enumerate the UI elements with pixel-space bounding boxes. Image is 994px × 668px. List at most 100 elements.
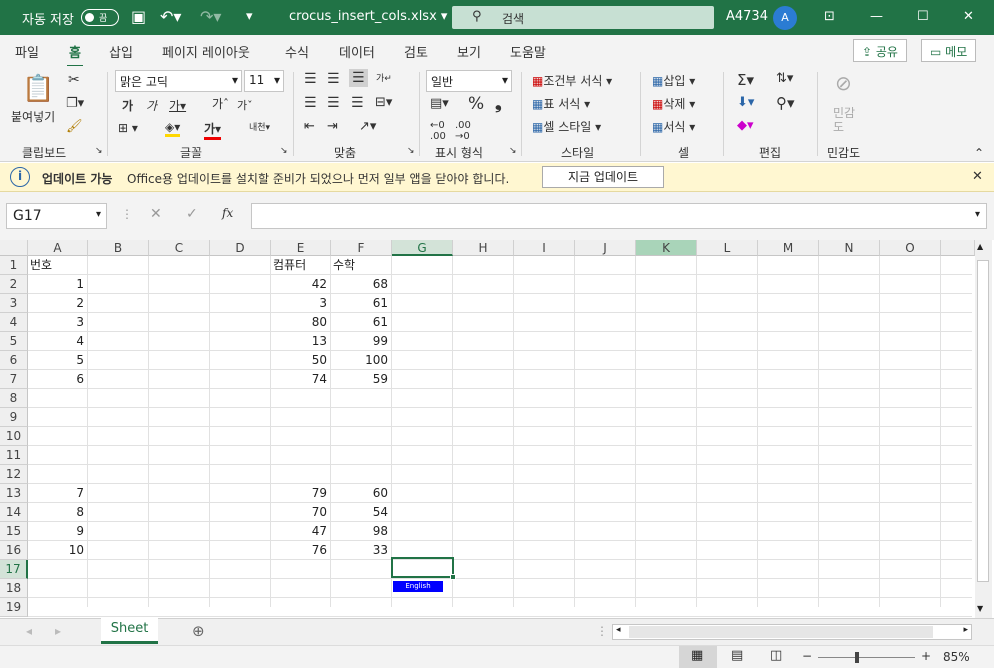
cell-a1[interactable]: 번호 <box>30 256 89 275</box>
increase-indent-icon[interactable]: ⇥ <box>327 119 338 134</box>
sensitivity-icon[interactable]: ⊘ <box>835 71 852 95</box>
number-format-select[interactable]: 일반 ▾ <box>426 70 512 92</box>
italic-icon[interactable]: 가 <box>146 97 157 114</box>
row-header-1[interactable]: 1 <box>0 256 28 275</box>
tab-review[interactable]: 검토 <box>404 42 428 61</box>
row-header-16[interactable]: 16 <box>0 541 28 560</box>
cell-f16[interactable]: 33 <box>331 541 391 560</box>
cell-f6[interactable]: 100 <box>331 351 391 370</box>
collapse-ribbon-icon[interactable]: ⌃ <box>974 146 984 160</box>
row-header-2[interactable]: 2 <box>0 275 28 294</box>
row-header-17[interactable]: 17 <box>0 560 28 579</box>
tab-formulas[interactable]: 수식 <box>285 42 309 61</box>
column-header-a[interactable]: A <box>28 240 88 256</box>
horizontal-scrollbar[interactable]: ◂ ▸ <box>612 624 972 640</box>
align-center-icon[interactable]: ☰ <box>327 95 340 111</box>
border-icon[interactable]: ⊞ ▾ <box>118 121 138 135</box>
undo-icon[interactable]: ↶▾ <box>160 7 181 26</box>
cell-f5[interactable]: 99 <box>331 332 391 351</box>
column-header-k[interactable]: K <box>636 240 697 256</box>
avatar[interactable]: A <box>773 6 797 30</box>
column-header-partial[interactable] <box>941 240 975 256</box>
vertical-scrollbar[interactable]: ▲ ▼ <box>975 240 992 618</box>
find-icon[interactable]: ⚲▾ <box>776 94 795 112</box>
fill-color-icon[interactable]: ◈▾ <box>165 120 181 137</box>
font-grow-icon[interactable]: 가ˆ <box>212 95 229 112</box>
normal-view-icon[interactable]: ▦ <box>679 646 717 668</box>
cell-e1[interactable]: 컴퓨터 <box>273 256 332 275</box>
column-header-d[interactable]: D <box>210 240 271 256</box>
row-header-5[interactable]: 5 <box>0 332 28 351</box>
increase-decimal-icon[interactable]: ←0.00 <box>430 120 446 142</box>
cell-a3[interactable]: 2 <box>28 294 87 313</box>
tab-insert[interactable]: 삽입 <box>109 42 133 61</box>
number-launcher-icon[interactable]: ↘ <box>509 146 517 156</box>
row-header-13[interactable]: 13 <box>0 484 28 503</box>
comma-icon[interactable]: ❟ <box>495 94 502 114</box>
font-name-select[interactable]: 맑은 고딕 ▾ <box>115 70 242 92</box>
cell-styles-button[interactable]: ▦셀 스타일 ▾ <box>532 118 601 135</box>
sensitivity-button[interactable]: 민감도 <box>833 106 857 134</box>
phonetic-icon[interactable]: 내천▾ <box>249 120 270 133</box>
row-header-11[interactable]: 11 <box>0 446 28 465</box>
paste-icon[interactable]: 📋 <box>22 74 54 104</box>
column-header-m[interactable]: M <box>758 240 819 256</box>
cell-a16[interactable]: 10 <box>28 541 87 560</box>
save-icon[interactable]: ▣ <box>131 7 146 26</box>
cell-e4[interactable]: 80 <box>271 313 330 332</box>
bold-icon[interactable]: 가 <box>122 97 133 114</box>
row-header-8[interactable]: 8 <box>0 389 28 408</box>
tab-home[interactable]: 홈 <box>67 42 83 68</box>
insert-function-icon[interactable]: fx <box>222 206 233 220</box>
cell-e3[interactable]: 3 <box>271 294 330 313</box>
zoom-slider[interactable] <box>818 657 915 658</box>
cell-e16[interactable]: 76 <box>271 541 330 560</box>
column-header-b[interactable]: B <box>88 240 149 256</box>
row-header-19[interactable]: 19 <box>0 598 28 617</box>
cell-f3[interactable]: 61 <box>331 294 391 313</box>
paste-button[interactable]: 붙여넣기 <box>11 108 55 125</box>
percent-icon[interactable]: % <box>468 94 484 114</box>
cell-f2[interactable]: 68 <box>331 275 391 294</box>
spreadsheet-grid[interactable]: ABCDEFGHIJKLMNO 1 2 3 4 5 6 7 8 9 10 11 12 13 14 15 16 1… <box>0 240 994 618</box>
cell-e2[interactable]: 42 <box>271 275 330 294</box>
add-sheet-icon[interactable]: ⊕ <box>192 622 205 640</box>
sheet-tab[interactable]: Sheet <box>101 618 158 644</box>
cell-e15[interactable]: 47 <box>271 522 330 541</box>
align-bottom-icon[interactable]: ☰ <box>349 69 368 87</box>
close-icon[interactable]: ✕ <box>963 9 974 24</box>
column-header-h[interactable]: H <box>453 240 514 256</box>
row-header-10[interactable]: 10 <box>0 427 28 446</box>
row-header-6[interactable]: 6 <box>0 351 28 370</box>
redo-icon[interactable]: ↷▾ <box>200 7 221 26</box>
column-header-l[interactable]: L <box>697 240 758 256</box>
close-info-icon[interactable]: ✕ <box>972 169 983 184</box>
minimize-icon[interactable]: — <box>870 9 883 24</box>
name-box[interactable]: G17 ▾ <box>6 203 107 229</box>
active-cell-g17[interactable] <box>391 557 456 580</box>
autosum-icon[interactable]: Σ▾ <box>737 71 754 89</box>
cell-e7[interactable]: 74 <box>271 370 330 389</box>
column-header-c[interactable]: C <box>149 240 210 256</box>
cell-f14[interactable]: 54 <box>331 503 391 522</box>
cut-icon[interactable]: ✂ <box>68 72 80 88</box>
clear-icon[interactable]: ◆▾ <box>737 118 754 133</box>
row-header-15[interactable]: 15 <box>0 522 28 541</box>
column-header-n[interactable]: N <box>819 240 880 256</box>
column-header-e[interactable]: E <box>271 240 331 256</box>
cell-a4[interactable]: 3 <box>28 313 87 332</box>
align-left-icon[interactable]: ☰ <box>304 95 317 111</box>
cell-a14[interactable]: 8 <box>28 503 87 522</box>
memo-button[interactable]: ▭ 메모 <box>921 39 977 62</box>
cell-e6[interactable]: 50 <box>271 351 330 370</box>
accounting-format-icon[interactable]: ▤▾ <box>430 96 449 111</box>
column-header-g[interactable]: G <box>392 240 453 256</box>
autosave-toggle[interactable]: 끔 <box>81 9 119 26</box>
column-header-i[interactable]: I <box>514 240 575 256</box>
align-middle-icon[interactable]: ☰ <box>327 71 340 87</box>
cell-e14[interactable]: 70 <box>271 503 330 522</box>
cell-e13[interactable]: 79 <box>271 484 330 503</box>
tab-help[interactable]: 도움말 <box>510 42 546 61</box>
decrease-indent-icon[interactable]: ⇤ <box>304 119 315 134</box>
tab-file[interactable]: 파일 <box>15 42 39 61</box>
